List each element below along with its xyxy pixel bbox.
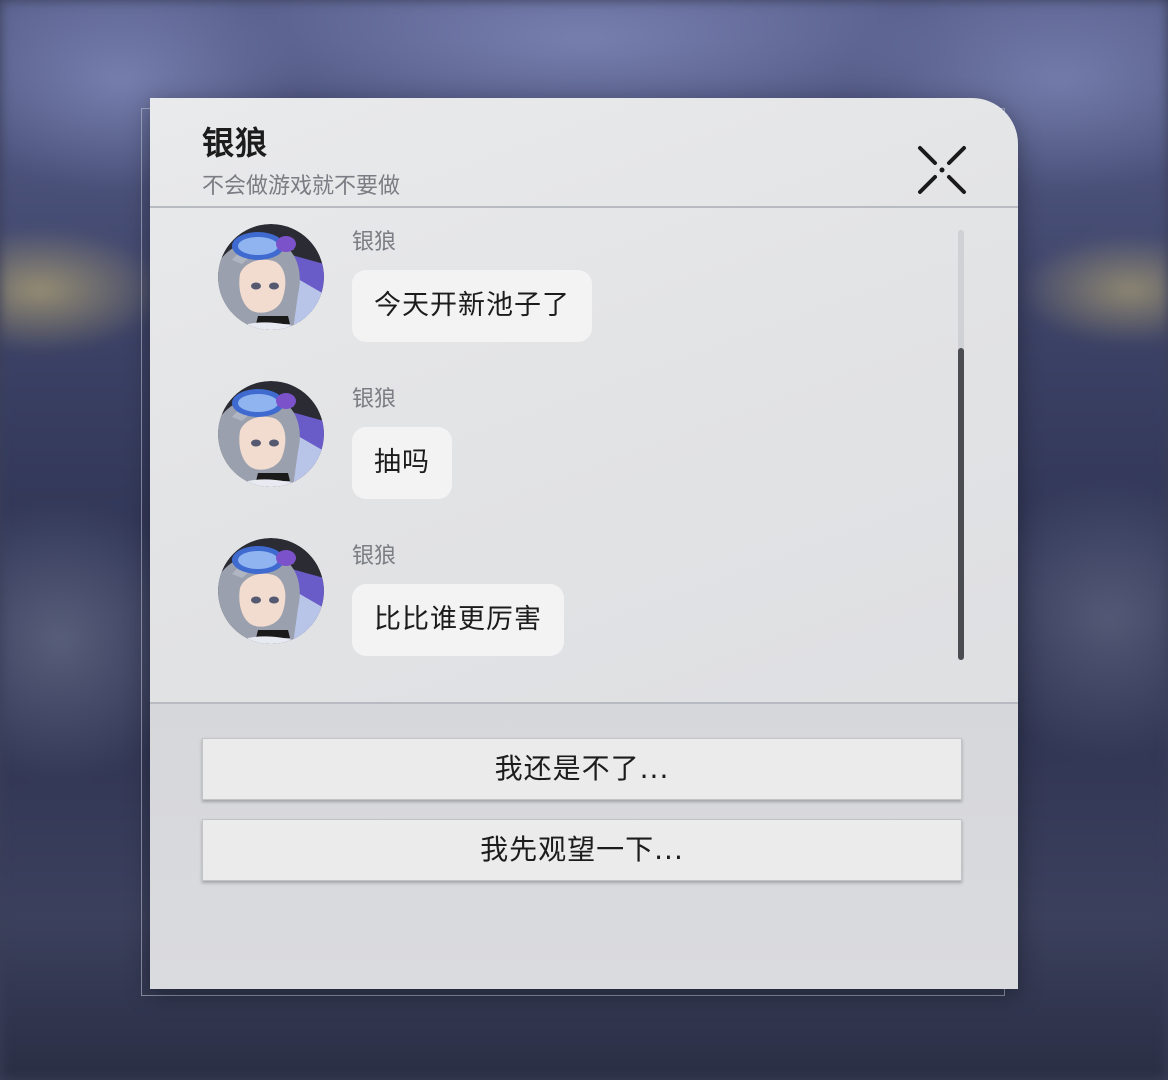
close-icon[interactable] (912, 140, 972, 200)
contact-name: 银狼 (202, 124, 269, 162)
avatar (218, 538, 324, 644)
reply-options-panel: 我还是不了... 我先观望一下... (150, 702, 1018, 989)
avatar (218, 224, 324, 330)
contact-signature: 不会做游戏就不要做 (202, 174, 401, 199)
sender-name: 银狼 (352, 230, 397, 255)
scrollbar-thumb[interactable] (958, 348, 964, 660)
message-list[interactable]: 银狼 今天开新池子了 银狼 抽吗 银狼 比比谁更厉害 (150, 208, 1018, 702)
message-item: 银狼 今天开新池子了 (218, 218, 918, 358)
message-bubble: 比比谁更厉害 (352, 584, 564, 656)
reply-option-button[interactable]: 我还是不了... (202, 738, 962, 800)
reply-option-button[interactable]: 我先观望一下... (202, 819, 962, 881)
message-bubble: 今天开新池子了 (352, 270, 592, 342)
dialog-header: 银狼 不会做游戏就不要做 (150, 98, 1018, 208)
message-item: 银狼 抽吗 (218, 375, 918, 515)
avatar (218, 381, 324, 487)
message-item: 银狼 比比谁更厉害 (218, 532, 918, 672)
sender-name: 银狼 (352, 544, 397, 569)
sender-name: 银狼 (352, 387, 397, 412)
message-bubble: 抽吗 (352, 427, 452, 499)
chat-dialog: 银狼 不会做游戏就不要做 银狼 今天开新池子了 银狼 抽吗 银狼 比比谁更厉害 … (150, 98, 1018, 989)
